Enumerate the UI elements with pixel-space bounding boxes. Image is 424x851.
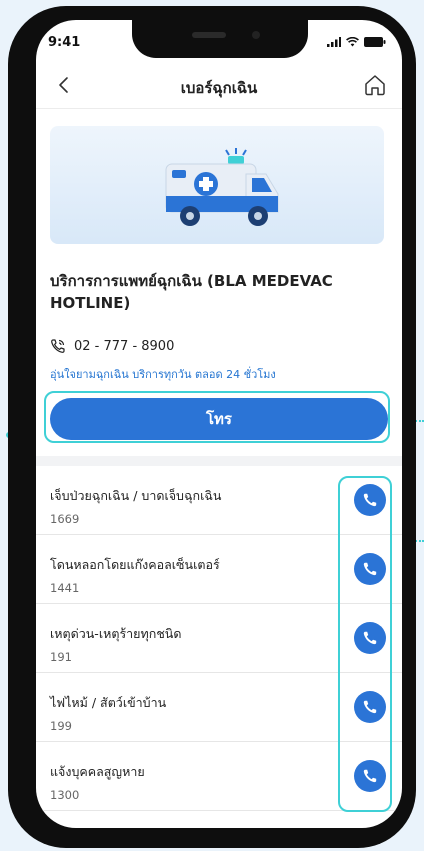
contact-number: 1441 — [50, 581, 80, 595]
section-divider — [36, 456, 402, 466]
status-bar: 9:41 — [36, 34, 402, 52]
navbar-divider — [36, 108, 402, 109]
status-icons — [327, 37, 386, 47]
contact-number: 199 — [50, 719, 72, 733]
highlight-call-icons — [338, 476, 392, 812]
signal-icon — [327, 37, 341, 47]
contact-name: ไฟไหม้ / สัตว์เข้าบ้าน — [50, 695, 167, 710]
status-time: 9:41 — [48, 35, 81, 50]
screen: 9:41 เบอร์ฉุกเฉิน บริการการแพทย์ฉุกเฉิน … — [36, 20, 402, 828]
battery-icon — [364, 37, 386, 47]
wifi-icon — [346, 37, 359, 47]
phone-call-icon — [51, 339, 65, 353]
service-phone-row: 02 - 777 - 8900 — [50, 338, 174, 354]
contact-name: แจ้งบุคคลสูญหาย — [50, 764, 145, 779]
ambulance-illustration — [165, 148, 279, 226]
contact-number: 1300 — [50, 788, 80, 802]
home-icon[interactable] — [362, 72, 388, 98]
service-title: บริการการแพทย์ฉุกเฉิน (BLA MEDEVAC HOTLI… — [50, 272, 333, 312]
phone-side-button — [10, 196, 16, 252]
contact-name: เหตุด่วน-เหตุร้ายทุกชนิด — [50, 626, 182, 641]
contact-number: 191 — [50, 650, 72, 664]
service-description: อุ่นใจยามฉุกเฉิน บริการทุกวัน ตลอด 24 ชั… — [50, 368, 276, 381]
hero-banner — [50, 126, 384, 244]
phone-side-button — [10, 146, 16, 176]
contact-name: เจ็บป่วยฉุกเฉิน / บาดเจ็บฉุกเฉิน — [50, 488, 222, 503]
contact-name: โดนหลอกโดยแก๊งคอลเซ็นเตอร์ — [50, 557, 220, 572]
call-button[interactable]: โทร — [50, 398, 388, 440]
contact-number: 1669 — [50, 512, 80, 526]
navbar: เบอร์ฉุกเฉิน — [36, 68, 402, 104]
page-title: เบอร์ฉุกเฉิน — [180, 79, 258, 97]
service-phone-number: 02 - 777 - 8900 — [74, 338, 175, 354]
